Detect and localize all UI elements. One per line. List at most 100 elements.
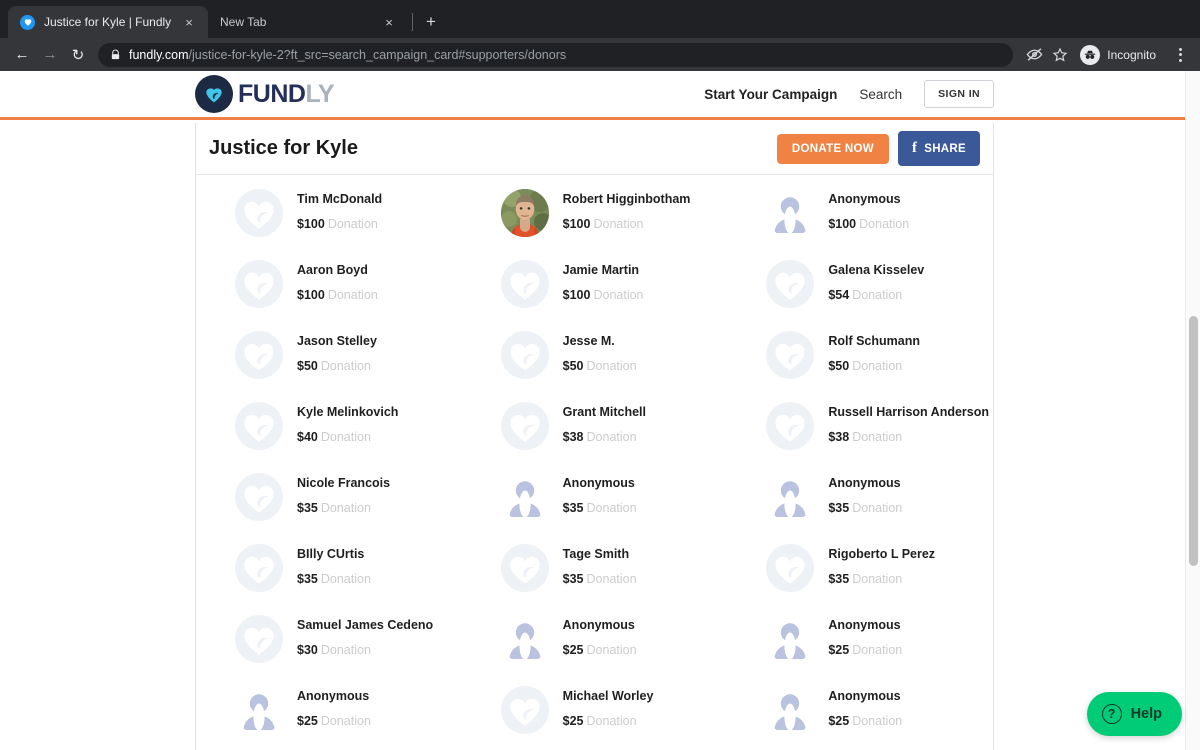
help-widget-button[interactable]: ? Help bbox=[1086, 692, 1182, 736]
donor-name: BIlly CUrtis bbox=[297, 547, 365, 561]
donor-name: Tim McDonald bbox=[297, 192, 383, 206]
donation-label: Donation bbox=[586, 713, 637, 728]
close-icon[interactable]: × bbox=[180, 13, 198, 31]
scrollbar-thumb[interactable] bbox=[1189, 316, 1198, 566]
donor-info: Robert Higginbotham $100 Donation bbox=[563, 189, 691, 230]
heart-avatar-icon bbox=[766, 260, 815, 308]
question-circle-icon: ? bbox=[1101, 704, 1122, 724]
back-icon[interactable]: ← bbox=[8, 41, 36, 69]
donor-amount-line: $100 Donation bbox=[562, 287, 644, 302]
facebook-icon: f bbox=[911, 140, 918, 156]
donation-label: Donation bbox=[327, 216, 378, 231]
browser-tab-new[interactable]: New Tab × bbox=[208, 6, 408, 38]
anon-avatar-icon bbox=[500, 473, 549, 521]
donor-amount-line: $35 Donation bbox=[828, 572, 935, 586]
donor-amount-line: $30 Donation bbox=[297, 643, 433, 657]
donor-item[interactable]: Samuel James Cedeno $30 Donation bbox=[196, 615, 462, 686]
nav-search[interactable]: Search bbox=[859, 87, 902, 102]
donor-item[interactable]: Aaron Boyd $100 Donation bbox=[196, 260, 462, 331]
donor-item[interactable]: Anonymous $25 Donation bbox=[727, 615, 993, 686]
donor-item[interactable]: Jesse M. $50 Donation bbox=[462, 331, 728, 402]
donor-item[interactable]: Grant Mitchell $38 Donation bbox=[462, 402, 728, 473]
donor-item[interactable]: Tage Smith $35 Donation bbox=[462, 544, 728, 615]
heart-avatar-icon bbox=[235, 615, 283, 663]
incognito-indicator[interactable]: Incognito bbox=[1077, 43, 1166, 67]
heart-avatar-icon bbox=[766, 402, 815, 450]
donation-label: Donation bbox=[320, 571, 371, 586]
donor-name: Robert Higginbotham bbox=[562, 192, 691, 206]
star-icon[interactable] bbox=[1047, 42, 1073, 68]
donor-amount: $35 bbox=[297, 500, 318, 515]
donor-amount-line: $100 Donation bbox=[297, 216, 382, 231]
eye-crossed-icon[interactable] bbox=[1021, 42, 1047, 68]
page-scrollbar[interactable] bbox=[1185, 71, 1200, 750]
donor-item[interactable]: Anonymous $35 Donation bbox=[727, 473, 993, 544]
donor-item[interactable]: Tim McDonald $100 Donation bbox=[196, 189, 462, 260]
donor-amount: $100 bbox=[297, 287, 325, 302]
donor-item[interactable]: Jamie Martin $100 Donation bbox=[462, 260, 728, 331]
donation-label: Donation bbox=[320, 429, 371, 444]
heart-avatar-icon bbox=[500, 331, 549, 379]
donor-item[interactable]: Anonymous $25 Donation bbox=[727, 686, 993, 750]
fundly-wordmark: FUNDLY bbox=[238, 80, 335, 109]
url-text: fundly.com/justice-for-kyle-2?ft_src=sea… bbox=[129, 48, 566, 62]
donor-item[interactable]: BIlly CUrtis $35 Donation bbox=[196, 544, 462, 615]
donor-item[interactable]: Rigoberto L Perez $35 Donation bbox=[727, 544, 993, 615]
url-input[interactable]: fundly.com/justice-for-kyle-2?ft_src=sea… bbox=[98, 42, 1014, 67]
donor-item[interactable]: Galena Kisselev $54 Donation bbox=[727, 260, 993, 331]
tab-title: New Tab bbox=[220, 15, 267, 29]
donor-name: Tage Smith bbox=[562, 547, 630, 561]
sign-in-button[interactable]: SIGN IN bbox=[924, 80, 994, 108]
donor-item[interactable]: Michael Worley $25 Donation bbox=[462, 686, 728, 750]
donation-label: Donation bbox=[852, 713, 903, 728]
campaign-actions: DONATE NOW f SHARE bbox=[776, 131, 980, 166]
donor-item[interactable]: Rolf Schumann $50 Donation bbox=[727, 331, 993, 402]
fundly-logo[interactable]: FUNDLY bbox=[195, 75, 335, 113]
browser-tab-active[interactable]: Justice for Kyle | Fundly × bbox=[8, 6, 208, 38]
donation-label: Donation bbox=[586, 358, 637, 373]
donor-item[interactable]: Anonymous $100 Donation bbox=[727, 189, 993, 260]
donor-item[interactable]: Jason Stelley $50 Donation bbox=[196, 331, 462, 402]
donor-amount: $25 bbox=[297, 713, 318, 728]
donor-name: Anonymous bbox=[828, 618, 901, 632]
heart-avatar-icon bbox=[500, 402, 549, 450]
new-tab-button[interactable]: + bbox=[417, 8, 445, 36]
url-host: fundly.com bbox=[129, 47, 189, 62]
heart-avatar-icon bbox=[235, 402, 283, 450]
donor-amount: $35 bbox=[297, 571, 318, 586]
reload-icon[interactable]: ↻ bbox=[64, 41, 92, 69]
donor-item[interactable]: Nicole Francois $35 Donation bbox=[196, 473, 462, 544]
donor-amount-line: $35 Donation bbox=[563, 572, 637, 586]
donor-item[interactable]: Robert Higginbotham $100 Donation bbox=[462, 189, 728, 260]
donor-item[interactable]: Kyle Melinkovich $40 Donation bbox=[196, 402, 462, 473]
donor-item[interactable]: Russell Harrison Anderson $38 Donation bbox=[727, 402, 993, 473]
share-button[interactable]: f SHARE bbox=[897, 131, 980, 166]
nav-start-campaign[interactable]: Start Your Campaign bbox=[704, 87, 837, 102]
donor-amount: $100 bbox=[562, 287, 591, 302]
donor-item[interactable]: Anonymous $25 Donation bbox=[196, 686, 462, 750]
donor-amount: $35 bbox=[562, 500, 584, 515]
donor-info: Jesse M. $50 Donation bbox=[563, 331, 637, 372]
donation-label: Donation bbox=[586, 642, 637, 657]
url-path: /justice-for-kyle-2?ft_src=search_campai… bbox=[188, 47, 567, 62]
anon-avatar-icon bbox=[766, 473, 815, 521]
forward-icon[interactable]: → bbox=[36, 41, 64, 69]
donate-now-button[interactable]: DONATE NOW bbox=[776, 133, 889, 164]
donation-label: Donation bbox=[852, 500, 903, 515]
donor-info: Anonymous $35 Donation bbox=[828, 473, 902, 514]
heart-avatar-icon bbox=[766, 544, 815, 592]
donor-item[interactable]: Anonymous $35 Donation bbox=[462, 473, 728, 544]
kebab-menu-icon[interactable] bbox=[1168, 42, 1192, 68]
share-label: SHARE bbox=[924, 142, 966, 155]
donation-label: Donation bbox=[586, 429, 637, 444]
browser-window: Justice for Kyle | Fundly × New Tab × + … bbox=[0, 0, 1200, 750]
donor-info: Anonymous $25 Donation bbox=[297, 686, 371, 727]
heart-avatar-icon bbox=[500, 686, 549, 734]
donor-amount-line: $25 Donation bbox=[828, 713, 903, 728]
anon-avatar-icon bbox=[766, 189, 815, 237]
donor-amount-line: $54 Donation bbox=[828, 288, 924, 302]
donor-amount: $38 bbox=[828, 429, 850, 444]
close-icon[interactable]: × bbox=[380, 13, 398, 31]
donor-item[interactable]: Anonymous $25 Donation bbox=[462, 615, 728, 686]
donor-name: Russell Harrison Anderson bbox=[828, 405, 990, 419]
